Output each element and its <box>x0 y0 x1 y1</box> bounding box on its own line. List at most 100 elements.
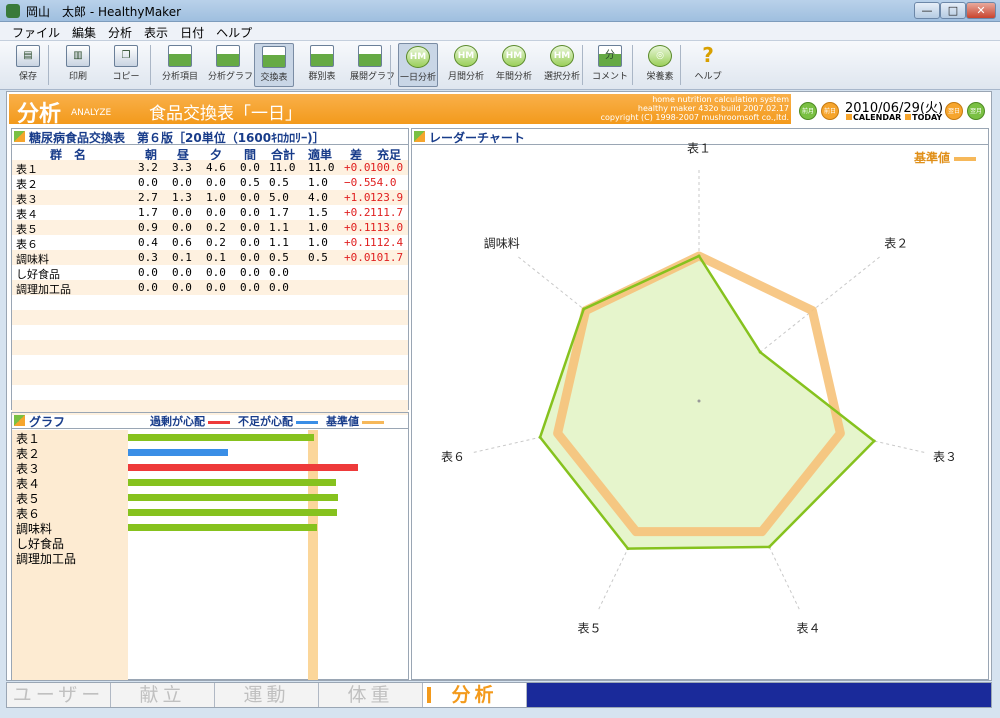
tab-user[interactable]: ユーザー <box>7 683 111 707</box>
cell: 0.0 <box>138 176 158 189</box>
cell: 0.0 <box>240 221 260 234</box>
tab-menu[interactable]: 献立 <box>111 683 215 707</box>
legend-swatch <box>296 420 318 424</box>
today-bullet <box>905 114 912 120</box>
cell: 0.0 <box>240 206 260 219</box>
graph-labels: 表１ 表２ 表３ 表４ 表５ 表６ 調味料 し好食品 調理加工品 <box>12 430 128 680</box>
legend-item: 過剰が心配 <box>146 415 230 428</box>
graph-bars <box>128 430 408 680</box>
menu-file[interactable]: ファイル <box>6 22 66 43</box>
toolbar-label: 保存 <box>18 72 37 82</box>
menu-analysis[interactable]: 分析 <box>102 22 138 43</box>
table-row: 表５ 0.9 0.0 0.2 0.0 1.1 1.0 +0.1 113.0 <box>12 220 408 236</box>
toolbar-button-10[interactable]: HM 年間分析 <box>494 43 534 87</box>
graph-bar <box>128 524 318 531</box>
toolbar-label: ヘルプ <box>694 72 722 82</box>
cell: 0.0 <box>206 266 226 279</box>
table-row <box>12 385 408 400</box>
cell: 0.0 <box>240 266 260 279</box>
next-day-button[interactable]: 翌日 <box>945 102 963 120</box>
toolbar-button-0[interactable]: ▤ 保存 <box>8 43 48 87</box>
toolbar-button-4[interactable]: 分析グラフ <box>208 43 254 87</box>
cell: 5.0 <box>269 191 289 204</box>
maximize-button[interactable]: □ <box>940 2 966 19</box>
today-link[interactable]: TODAY <box>912 113 942 122</box>
cell: 0.0 <box>206 206 226 219</box>
app-icon <box>6 4 20 18</box>
radar-chart: 表１ 表２ 表３ 表４ 表５ 表６ 調味料 <box>441 142 957 636</box>
graph-heading-text: グラフ <box>29 415 66 429</box>
tab-analysis[interactable]: 分析 <box>423 683 527 707</box>
nutrient-icon: ◎ <box>648 45 672 67</box>
cell: 0.0 <box>269 266 289 279</box>
cell: +0.2 <box>344 206 371 219</box>
cell: 0.0 <box>240 281 260 294</box>
graph-label: 調味料 <box>16 522 53 536</box>
table-row <box>12 340 408 355</box>
toolbar-label: 分析グラフ <box>208 72 254 82</box>
graph-bar <box>128 479 336 486</box>
cell: 1.0 <box>308 236 328 249</box>
cell: 0.1 <box>172 251 192 264</box>
toolbar-button-14[interactable]: ? ヘルプ <box>688 43 728 87</box>
analysis-header: 分析 ANALYZE 食品交換表「一日」 home nutrition calc… <box>9 94 991 127</box>
toolbar-label: 一日分析 <box>399 73 436 83</box>
toolbar-button-2[interactable]: ❐ コピー <box>106 43 146 87</box>
toolbar-button-5[interactable]: 交換表 <box>254 43 294 87</box>
toolbar-separator <box>48 45 49 85</box>
calendar-link[interactable]: CALENDAR <box>853 113 901 122</box>
cell: +0.0 <box>344 251 371 264</box>
cell: 1.7 <box>138 206 158 219</box>
next-month-button[interactable]: 翌月 <box>967 102 985 120</box>
graph-label: 表１ <box>16 432 41 446</box>
table-row <box>12 370 408 385</box>
cell: 0.0 <box>138 281 158 294</box>
prev-month-button[interactable]: 前月 <box>799 102 817 120</box>
graph-label: し好食品 <box>16 537 65 551</box>
cell: 0.0 <box>240 236 260 249</box>
cell: 1.1 <box>269 236 289 249</box>
menu-date[interactable]: 日付 <box>174 22 210 43</box>
close-button[interactable]: ✕ <box>966 2 996 19</box>
radar-point <box>758 350 762 354</box>
cell: +0.1 <box>344 236 371 249</box>
menu-help[interactable]: ヘルプ <box>210 22 258 43</box>
cell: 0.0 <box>206 176 226 189</box>
cell: 4.6 <box>206 161 226 174</box>
cell: 0.5 <box>240 176 260 189</box>
toolbar-button-13[interactable]: ◎ 栄養素 <box>640 43 680 87</box>
menu-view[interactable]: 表示 <box>138 22 174 43</box>
header-banner: 分析 ANALYZE 食品交換表「一日」 home nutrition calc… <box>9 94 791 127</box>
radar-point <box>767 545 771 549</box>
menu-edit[interactable]: 編集 <box>66 22 102 43</box>
toolbar-label: 選択分析 <box>543 72 580 82</box>
exchange-column-headers: 群 名 朝 昼 夕 間 合計 適単 差 充足 <box>12 146 408 162</box>
toolbar-button-3[interactable]: 分析項目 <box>160 43 200 87</box>
graph-panel: グラフ 過剰が心配 不足が心配 基準値 表１ 表２ 表３ 表４ 表５ 表６ 調味料 し好食品 調理加… <box>11 412 409 680</box>
radar-axis-label: 表６ <box>441 450 465 464</box>
minimize-button[interactable]: — <box>914 2 940 19</box>
legend-label: 不足が心配 <box>238 415 293 428</box>
cell: 101.7 <box>370 251 404 264</box>
graph-label: 表４ <box>16 477 41 491</box>
cell: 0.0 <box>240 161 260 174</box>
toolbar-button-7[interactable]: 展開グラフ <box>350 43 395 87</box>
prev-day-button[interactable]: 前日 <box>821 102 839 120</box>
cell: 1.1 <box>269 221 289 234</box>
toolbar-button-11[interactable]: HM 選択分析 <box>542 43 582 87</box>
toolbar-button-6[interactable]: 群別表 <box>302 43 342 87</box>
cell: 0.2 <box>206 221 226 234</box>
exchange-heading: 糖尿病食品交換表 第６版［20単位（1600ｷﾛｶﾛﾘｰ)］ <box>12 129 408 145</box>
tab-weight[interactable]: 体重 <box>319 683 423 707</box>
toolbar-button-9[interactable]: HM 月間分析 <box>446 43 486 87</box>
cell: +0.0 <box>344 161 371 174</box>
toolbar-button-1[interactable]: ▥ 印刷 <box>58 43 98 87</box>
cell: 0.0 <box>240 191 260 204</box>
cell: 11.0 <box>269 161 296 174</box>
toolbar-button-12[interactable]: 分コメント <box>590 43 630 87</box>
cell: 0.0 <box>172 266 192 279</box>
cell: +0.1 <box>344 221 371 234</box>
tab-exercise[interactable]: 運動 <box>215 683 319 707</box>
toolbar-label: 交換表 <box>260 73 288 83</box>
toolbar-button-8[interactable]: HM 一日分析 <box>398 43 438 87</box>
